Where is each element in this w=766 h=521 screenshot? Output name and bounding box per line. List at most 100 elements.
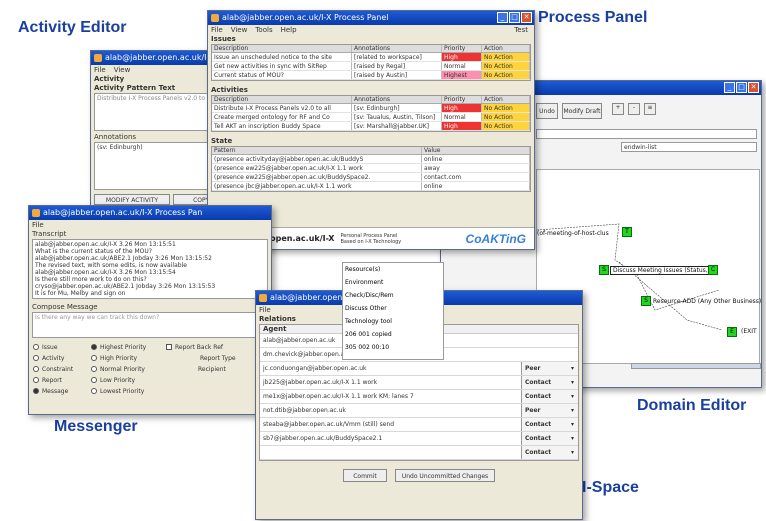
radio-low[interactable]: Low Priority	[91, 375, 166, 386]
tree-item[interactable]: Environment	[343, 276, 443, 289]
relation-select[interactable]: Contact	[521, 432, 578, 446]
state-value: away	[422, 164, 530, 172]
minimize-icon[interactable]: _	[724, 82, 735, 93]
action-select[interactable]: No Action	[482, 62, 530, 70]
state-row[interactable]: (presence activityday@jabber.open.ac.uk/…	[212, 155, 530, 164]
domain-editor-field[interactable]	[536, 129, 757, 139]
menu-file[interactable]: File	[94, 65, 106, 75]
agent-row[interactable]: jc.conduongan@jabber.open.ac.uk Peer	[260, 362, 578, 376]
action-select[interactable]: No Action	[482, 53, 530, 61]
tree-item[interactable]: 305 002 00:10	[343, 341, 443, 354]
layout-icon[interactable]: ≡	[644, 103, 656, 115]
action-select[interactable]: No Action	[482, 113, 530, 121]
menu-tools[interactable]: Tools	[255, 25, 272, 35]
issue-row[interactable]: Current status of MOU? [raised by Austin]…	[212, 71, 530, 80]
transcript-line: alab@jabber.open.ac.uk/I-X 3.26 Mon 13:1…	[35, 241, 176, 248]
activity-row[interactable]: Create merged ontology for RF and Co [sv:…	[212, 113, 530, 122]
menu-file[interactable]: File	[259, 305, 271, 315]
menu-help[interactable]: Help	[281, 25, 297, 35]
action-select[interactable]: No Action	[482, 71, 530, 79]
radio-highest[interactable]: Highest Priority	[91, 342, 166, 353]
issue-description: Get new activities in sync with SitRep	[212, 62, 352, 70]
radio-normal[interactable]: Normal Priority	[91, 364, 166, 375]
close-icon[interactable]: ✕	[748, 82, 759, 93]
action-select[interactable]: No Action	[482, 104, 530, 112]
issue-row[interactable]: Get new activities in sync with SitRep [r…	[212, 62, 530, 71]
state-row[interactable]: (presence jbc@jabber.open.ac.uk/I-X 1.1 …	[212, 182, 530, 191]
relation-select[interactable]: Contact	[521, 376, 578, 390]
footer-subtitles: Personal Process Panel Based on I-X Tech…	[340, 233, 401, 245]
close-icon[interactable]: ✕	[521, 12, 532, 23]
tree-item[interactable]: Technology tool	[343, 315, 443, 328]
menu-file[interactable]: File	[211, 25, 223, 35]
tree-item[interactable]: Check/Disc/Rem	[343, 289, 443, 302]
activity-row[interactable]: Tell AKT an inscription Buddy Space [sv: …	[212, 122, 530, 131]
relation-select[interactable]: Contact	[521, 446, 578, 460]
priority-select[interactable]: High	[442, 53, 482, 61]
tree-item[interactable]: 206 001 copied	[343, 328, 443, 341]
priority-select[interactable]: Normal	[442, 62, 482, 70]
action-select[interactable]: No Action	[482, 122, 530, 130]
modify-draft-button[interactable]: Modify Draft	[562, 103, 602, 119]
agent-row[interactable]: not.dtib@jabber.open.ac.uk Peer	[260, 404, 578, 418]
activity-row[interactable]: Distribute I-X Process Panels v2.0 to al…	[212, 104, 530, 113]
radio-lowest[interactable]: Lowest Priority	[91, 386, 166, 397]
minimize-icon[interactable]: _	[497, 12, 508, 23]
priority-select[interactable]: High	[442, 122, 482, 130]
undo-changes-button[interactable]: Undo Uncommitted Changes	[395, 469, 495, 482]
modify-activity-button[interactable]: MODIFY ACTIVITY	[94, 194, 170, 205]
relation-select[interactable]: Contact	[521, 418, 578, 432]
radio-report[interactable]: Report	[33, 375, 91, 386]
process-panel-titlebar[interactable]: alab@jabber.open.ac.uk/I-X Process Panel…	[208, 11, 534, 25]
radio-message[interactable]: Message	[33, 386, 91, 397]
relation-select[interactable]: Contact	[521, 390, 578, 404]
agent-row[interactable]: me1x@jabber.open.ac.uk/I-X 1.1 work KM: …	[260, 390, 578, 404]
message-type-group: Issue Activity Constraint Report Message	[33, 342, 91, 397]
agent-row[interactable]: steaba@jabber.open.ac.uk/Vmm (still) sen…	[260, 418, 578, 432]
zoom-in-icon[interactable]: +	[612, 103, 624, 115]
messenger-titlebar[interactable]: alab@jabber.open.ac.uk/I-X Process Pan	[29, 206, 271, 220]
tree-item[interactable]: Resource(s)	[343, 263, 443, 276]
domain-editor-path[interactable]: endwin-list	[621, 142, 757, 152]
issue-row[interactable]: Issue an unscheduled notice to the site[…	[212, 53, 530, 62]
radio-constraint[interactable]: Constraint	[33, 364, 91, 375]
agent-row[interactable]: jb225@jabber.open.ac.uk/I-X 1.1 work Cont…	[260, 376, 578, 390]
graph-node-4[interactable]: S	[641, 296, 651, 306]
radio-issue[interactable]: Issue	[33, 342, 91, 353]
maximize-icon[interactable]: □	[509, 12, 520, 23]
activity-description: Create merged ontology for RF and Co	[212, 113, 352, 121]
relation-select[interactable]: Peer	[521, 362, 578, 376]
radio-icon	[91, 344, 97, 350]
transcript-area[interactable]: alab@jabber.open.ac.uk/I-X 3.26 Mon 13:1…	[32, 239, 268, 299]
transcript-line: The revised text, with some edits, is no…	[35, 262, 187, 269]
priority-select[interactable]: Highest	[442, 71, 482, 79]
relation-select[interactable]: Peer	[521, 404, 578, 418]
graph-node-2[interactable]: S	[599, 265, 609, 275]
maximize-icon[interactable]: □	[736, 82, 747, 93]
radio-high[interactable]: High Priority	[91, 353, 166, 364]
priority-select[interactable]: High	[442, 104, 482, 112]
h-scrollbar[interactable]	[631, 363, 761, 369]
menu-test[interactable]: Test	[514, 25, 534, 35]
agent-row[interactable]: Contact	[260, 446, 578, 460]
state-row[interactable]: (presence ew225@jabber.open.ac.uk/BuddyS…	[212, 173, 530, 182]
zoom-out-icon[interactable]: -	[628, 103, 640, 115]
tree-item[interactable]: Discuss Other	[343, 302, 443, 315]
agent-name[interactable]	[260, 446, 521, 459]
priority-select[interactable]: Normal	[442, 113, 482, 121]
compose-field[interactable]: Is there any way we can track this down?	[32, 312, 268, 338]
commit-button[interactable]: Commit	[343, 469, 387, 482]
state-row[interactable]: (presence ew225@jabber.open.ac.uk/I-X 1.…	[212, 164, 530, 173]
transcript-line: It is for Mu, Melby and sign on	[35, 290, 126, 297]
menu-file[interactable]: File	[32, 220, 44, 230]
undo-button[interactable]: Undo	[536, 103, 558, 119]
graph-node-5[interactable]: E	[727, 327, 737, 337]
graph-node-3[interactable]: C	[708, 265, 718, 275]
agent-row[interactable]: sb7@jabber.open.ac.uk/BuddySpace2.1 Conta…	[260, 432, 578, 446]
radio-icon	[33, 388, 39, 394]
state-value: contact.com	[422, 173, 530, 181]
graph-node-1[interactable]: T	[622, 227, 632, 237]
menu-view[interactable]: View	[114, 65, 131, 75]
radio-activity[interactable]: Activity	[33, 353, 91, 364]
menu-view[interactable]: View	[231, 25, 248, 35]
